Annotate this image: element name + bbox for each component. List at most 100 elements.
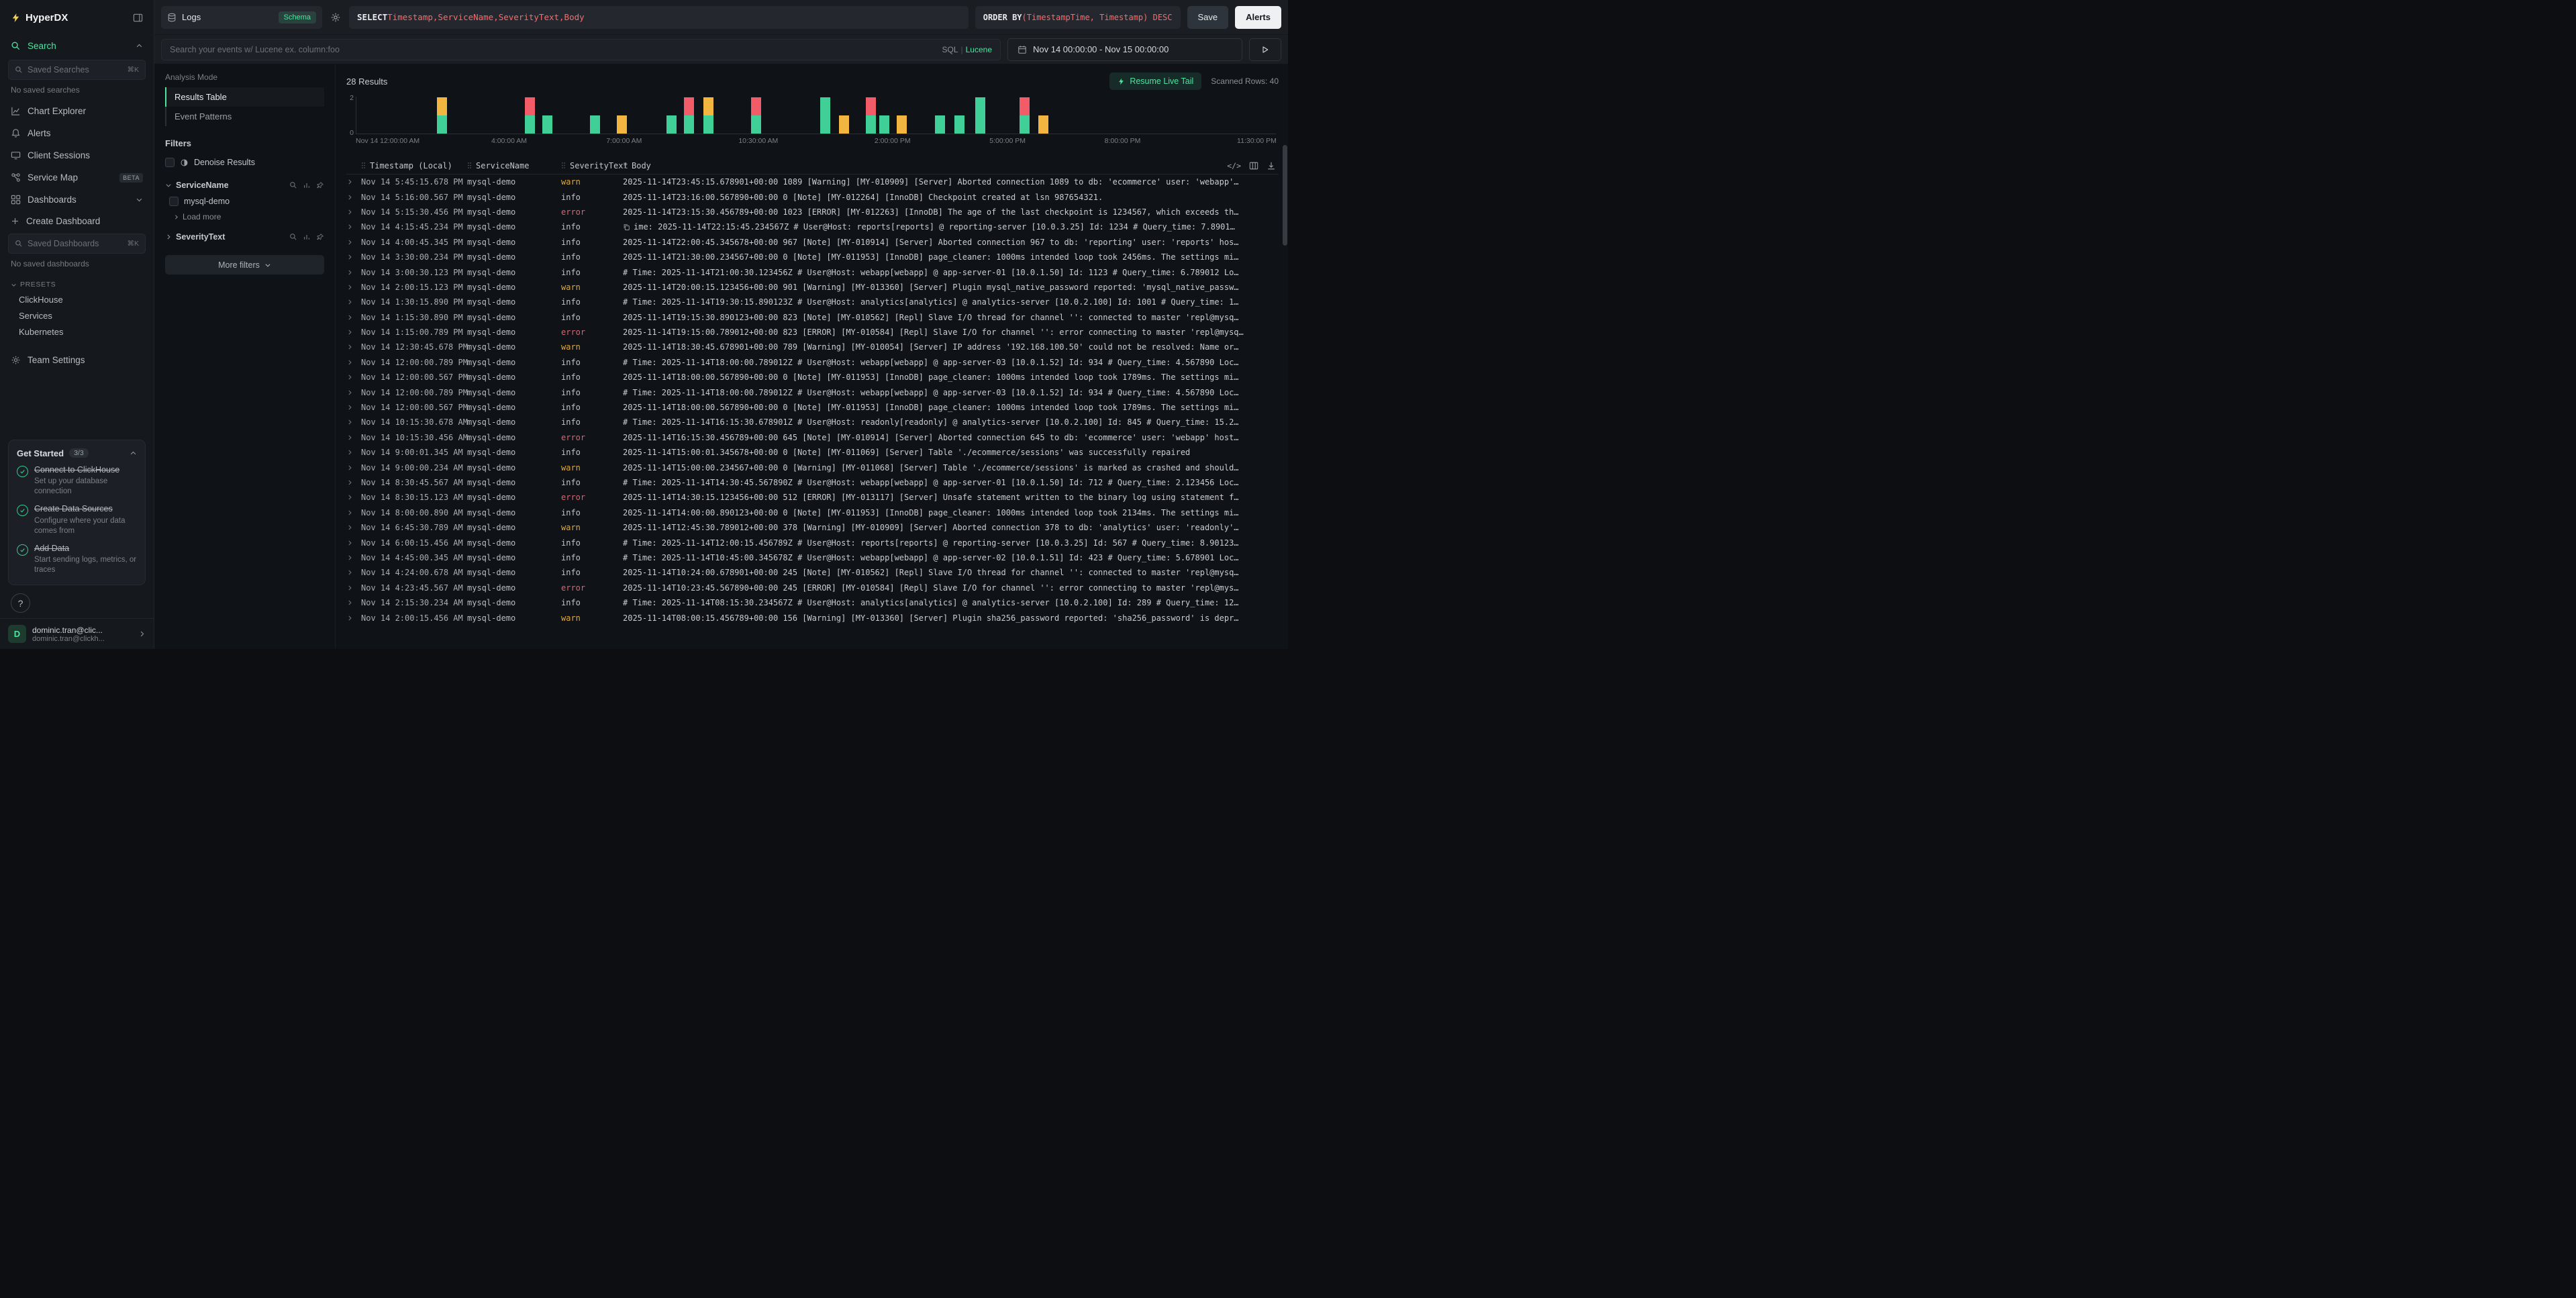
sidebar-item-alerts[interactable]: Alerts: [0, 122, 154, 144]
expand-row-icon[interactable]: [346, 554, 361, 561]
log-row[interactable]: Nov 14 12:00:00.789 PM mysql-demo info #…: [346, 355, 1279, 370]
facet-pin-icon[interactable]: [316, 181, 324, 189]
log-row[interactable]: Nov 14 9:00:01.345 AM mysql-demo info 20…: [346, 445, 1279, 460]
chart-bar[interactable]: [542, 115, 552, 134]
saved-searches-field[interactable]: [28, 65, 122, 74]
user-menu[interactable]: D dominic.tran@clic... dominic.tran@clic…: [0, 618, 154, 649]
presets-section-toggle[interactable]: PRESETS: [0, 274, 154, 291]
alerts-button[interactable]: Alerts: [1235, 6, 1281, 29]
expand-row-icon[interactable]: [346, 329, 361, 336]
chart-bar[interactable]: [1038, 115, 1048, 134]
select-columns-input[interactable]: SELECT Timestamp,ServiceName,SeverityTex…: [349, 6, 969, 29]
expand-row-icon[interactable]: [346, 239, 361, 246]
expand-row-icon[interactable]: [346, 254, 361, 260]
get-started-step-connect[interactable]: Connect to ClickHouse Set up your databa…: [17, 465, 137, 497]
checkbox[interactable]: [169, 197, 179, 206]
log-row[interactable]: Nov 14 2:00:15.123 PM mysql-demo warn 20…: [346, 280, 1279, 295]
facet-search-icon[interactable]: [289, 233, 297, 241]
drag-handle-icon[interactable]: [561, 162, 566, 169]
expand-row-icon[interactable]: [346, 223, 361, 230]
expand-row-icon[interactable]: [346, 615, 361, 621]
log-row[interactable]: Nov 14 6:45:30.789 AM mysql-demo warn 20…: [346, 520, 1279, 535]
chart-bar[interactable]: [525, 97, 535, 134]
expand-row-icon[interactable]: [346, 194, 361, 201]
log-row[interactable]: Nov 14 1:30:15.890 PM mysql-demo info # …: [346, 295, 1279, 309]
log-row[interactable]: Nov 14 12:00:00.567 PM mysql-demo info 2…: [346, 370, 1279, 385]
chart-bar[interactable]: [751, 97, 761, 134]
order-by-control[interactable]: ORDER BY (TimestampTime, Timestamp) DESC: [975, 6, 1181, 29]
drag-handle-icon[interactable]: [623, 162, 628, 169]
log-row[interactable]: Nov 14 4:15:45.234 PM mysql-demo info im…: [346, 219, 1279, 234]
expand-row-icon[interactable]: [346, 359, 361, 366]
log-row[interactable]: Nov 14 1:15:30.890 PM mysql-demo info 20…: [346, 310, 1279, 325]
source-select[interactable]: Logs Schema: [161, 6, 322, 29]
log-row[interactable]: Nov 14 8:30:15.123 AM mysql-demo error 2…: [346, 490, 1279, 505]
expand-row-icon[interactable]: [346, 509, 361, 516]
log-row[interactable]: Nov 14 3:30:00.234 PM mysql-demo info 20…: [346, 250, 1279, 264]
date-range-picker[interactable]: Nov 14 00:00:00 - Nov 15 00:00:00: [1007, 38, 1242, 61]
facet-value-mysql-demo[interactable]: mysql-demo: [169, 194, 324, 209]
column-settings-icon[interactable]: [1249, 161, 1258, 170]
log-row[interactable]: Nov 14 4:24:00.678 AM mysql-demo info 20…: [346, 565, 1279, 580]
log-row[interactable]: Nov 14 10:15:30.456 AM mysql-demo error …: [346, 430, 1279, 445]
log-row[interactable]: Nov 14 3:00:30.123 PM mysql-demo info # …: [346, 264, 1279, 279]
chart-bar[interactable]: [975, 97, 985, 134]
preset-services[interactable]: Services: [0, 307, 154, 323]
collapse-sidebar-icon[interactable]: [133, 13, 143, 23]
expand-row-icon[interactable]: [346, 599, 361, 606]
get-started-step-add-data[interactable]: Add Data Start sending logs, metrics, or…: [17, 544, 137, 576]
facet-pin-icon[interactable]: [316, 233, 324, 241]
chart-bar[interactable]: [820, 97, 830, 134]
mode-results-table[interactable]: Results Table: [165, 87, 324, 107]
expand-row-icon[interactable]: [346, 494, 361, 501]
chevron-up-icon[interactable]: [130, 450, 137, 457]
chart-bar[interactable]: [897, 115, 907, 134]
mode-event-patterns[interactable]: Event Patterns: [165, 107, 324, 126]
column-header-severitytext[interactable]: SeverityText: [561, 161, 623, 170]
schema-badge[interactable]: Schema: [279, 11, 316, 23]
column-header-servicename[interactable]: ServiceName: [467, 161, 561, 170]
expand-row-icon[interactable]: [346, 404, 361, 411]
chart-bar[interactable]: [684, 97, 694, 134]
column-header-timestamp[interactable]: Timestamp (Local): [361, 161, 467, 170]
denoise-results-checkbox-row[interactable]: Denoise Results: [165, 155, 324, 170]
chart-bar[interactable]: [617, 115, 627, 134]
create-dashboard-button[interactable]: Create Dashboard: [0, 211, 154, 231]
log-row[interactable]: Nov 14 5:45:15.678 PM mysql-demo warn 20…: [346, 174, 1279, 189]
vertical-scrollbar-thumb[interactable]: [1283, 145, 1287, 246]
chart-bar[interactable]: [1020, 97, 1030, 134]
expand-row-icon[interactable]: [346, 179, 361, 185]
resume-live-tail-button[interactable]: Resume Live Tail: [1109, 72, 1201, 90]
sql-mode-toggle[interactable]: SQL: [942, 45, 958, 54]
expand-row-icon[interactable]: [346, 389, 361, 396]
log-row[interactable]: Nov 14 4:23:45.567 AM mysql-demo error 2…: [346, 581, 1279, 595]
log-row[interactable]: Nov 14 1:15:00.789 PM mysql-demo error 2…: [346, 325, 1279, 340]
copy-icon[interactable]: [623, 223, 630, 231]
get-started-step-sources[interactable]: Create Data Sources Configure where your…: [17, 504, 137, 536]
expand-row-icon[interactable]: [346, 540, 361, 546]
log-row[interactable]: Nov 14 4:45:00.345 AM mysql-demo info # …: [346, 550, 1279, 565]
expand-row-icon[interactable]: [346, 464, 361, 471]
chart-bar[interactable]: [590, 115, 600, 134]
sidebar-item-chart-explorer[interactable]: Chart Explorer: [0, 100, 154, 122]
log-row[interactable]: Nov 14 2:00:15.456 AM mysql-demo warn 20…: [346, 610, 1279, 625]
expand-row-icon[interactable]: [346, 299, 361, 305]
expand-row-icon[interactable]: [346, 284, 361, 291]
source-settings-gear-icon[interactable]: [329, 12, 342, 23]
chart-bar[interactable]: [879, 115, 889, 134]
expand-row-icon[interactable]: [346, 434, 361, 441]
checkbox[interactable]: [165, 158, 175, 167]
sidebar-item-client-sessions[interactable]: Client Sessions: [0, 144, 154, 166]
chart-bar[interactable]: [437, 97, 447, 134]
event-search-input[interactable]: [170, 45, 936, 54]
log-row[interactable]: Nov 14 6:00:15.456 AM mysql-demo info # …: [346, 535, 1279, 550]
log-row[interactable]: Nov 14 5:15:30.456 PM mysql-demo error 2…: [346, 205, 1279, 219]
code-view-icon[interactable]: </>: [1227, 161, 1241, 170]
saved-searches-input[interactable]: ⌘K: [8, 60, 146, 80]
drag-handle-icon[interactable]: [361, 162, 366, 169]
chart-bar[interactable]: [954, 115, 964, 134]
download-icon[interactable]: [1267, 161, 1276, 170]
expand-row-icon[interactable]: [346, 209, 361, 215]
expand-row-icon[interactable]: [346, 569, 361, 576]
expand-row-icon[interactable]: [346, 344, 361, 350]
